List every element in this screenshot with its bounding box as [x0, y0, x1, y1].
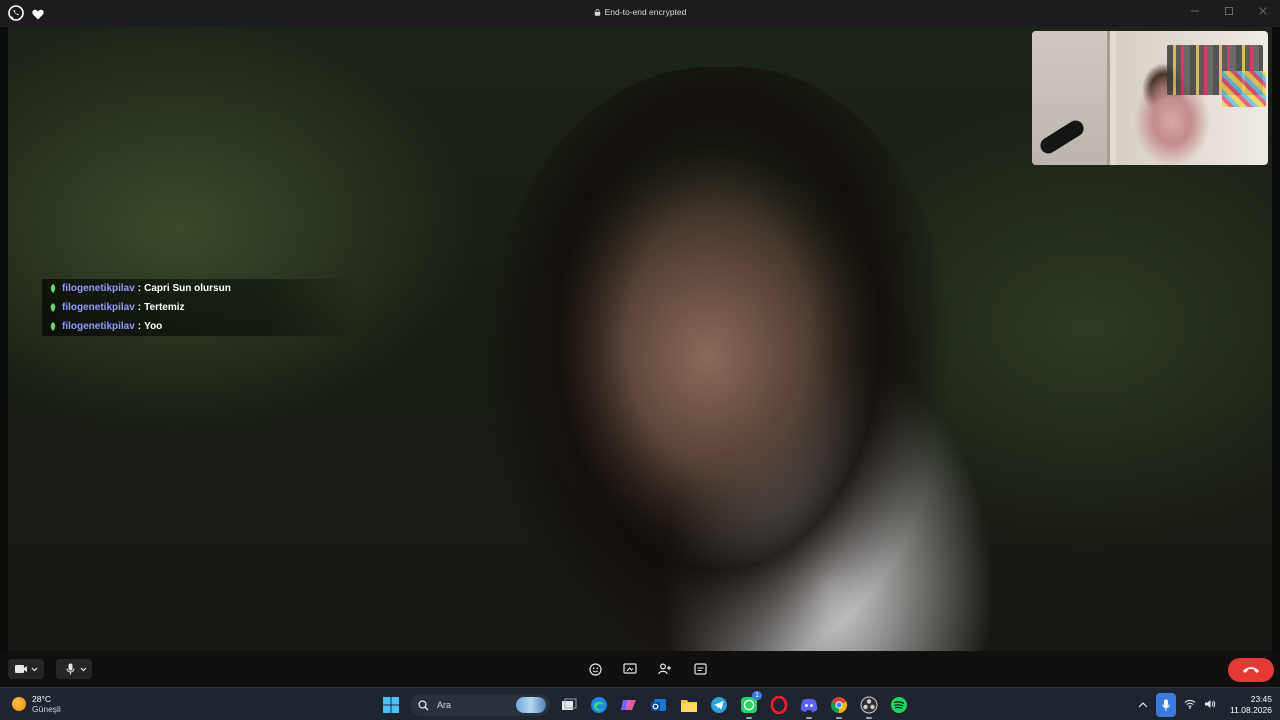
- screen-share-button[interactable]: [620, 659, 640, 679]
- maximize-button[interactable]: [1212, 0, 1246, 22]
- leaf-badge-icon: [50, 284, 56, 293]
- captions-icon: [693, 663, 707, 675]
- weather-widget[interactable]: 28°C Güneşli: [12, 694, 61, 714]
- microphone-in-use-indicator[interactable]: [1156, 693, 1177, 717]
- call-control-bar: [0, 651, 1280, 687]
- chat-message: filogenetikpilav : Tertemiz: [42, 298, 362, 317]
- leaf-badge-icon: [50, 303, 56, 312]
- chat-text: Capri Sun olursun: [144, 283, 231, 294]
- weather-description: Güneşli: [32, 704, 61, 714]
- taskbar-file-explorer[interactable]: [678, 694, 700, 716]
- phone-hangup-icon: [1243, 667, 1259, 673]
- end-call-button[interactable]: [1228, 658, 1274, 682]
- leaf-badge-icon: [50, 322, 56, 331]
- chat-separator: :: [137, 283, 142, 294]
- start-button[interactable]: [380, 694, 402, 716]
- clock-date: 11.08.2026: [1230, 705, 1272, 715]
- search-placeholder: Ara: [437, 700, 452, 710]
- notification-badge: 1: [752, 691, 762, 700]
- chat-username: filogenetikpilav: [62, 302, 135, 313]
- obs-icon: [860, 696, 878, 714]
- captions-button[interactable]: [690, 659, 710, 679]
- task-view-button[interactable]: [558, 694, 580, 716]
- outlook-icon: [651, 699, 666, 711]
- self-view-decor: [1222, 71, 1266, 107]
- tray-overflow-chevron-icon[interactable]: [1138, 696, 1148, 714]
- taskbar-opera[interactable]: [768, 694, 790, 716]
- search-highlight-image: [516, 697, 546, 713]
- add-person-icon: [658, 663, 671, 675]
- chat-text: Tertemiz: [144, 302, 185, 313]
- chat-username: filogenetikpilav: [62, 321, 135, 332]
- copilot-icon: [621, 700, 636, 710]
- emoji-icon: [588, 662, 602, 676]
- windows-taskbar: 28°C Güneşli Ara 1 23:45 11.08.2026: [0, 687, 1280, 720]
- video-camera-icon: [15, 665, 38, 673]
- chat-separator: :: [137, 321, 142, 332]
- sun-icon: [12, 697, 26, 711]
- minimize-button[interactable]: [1178, 0, 1212, 22]
- opera-icon: [770, 696, 788, 714]
- folder-icon: [681, 700, 697, 712]
- taskbar-spotify[interactable]: [888, 694, 910, 716]
- system-tray: 23:45 11.08.2026: [1138, 692, 1272, 718]
- taskbar-outlook[interactable]: [648, 694, 670, 716]
- screen-share-icon: [623, 663, 637, 674]
- encryption-text: End-to-end encrypted: [604, 7, 687, 17]
- encryption-status: End-to-end encrypted: [0, 7, 1280, 17]
- clock-time: 23:45: [1250, 694, 1272, 704]
- taskbar-search[interactable]: Ara: [410, 694, 550, 716]
- edge-browser-icon: [591, 697, 607, 713]
- taskbar-whatsapp[interactable]: 1: [738, 691, 762, 719]
- self-view-thumbnail[interactable]: [1032, 31, 1268, 165]
- close-button[interactable]: [1246, 0, 1280, 22]
- taskbar-chrome[interactable]: [828, 694, 850, 719]
- taskbar-obs[interactable]: [858, 694, 880, 719]
- taskbar-telegram[interactable]: [708, 694, 730, 716]
- title-bar: End-to-end encrypted: [0, 0, 1280, 27]
- taskbar-clock[interactable]: 23:45 11.08.2026: [1230, 694, 1272, 716]
- spotify-icon: [891, 697, 907, 713]
- search-icon: [418, 699, 429, 710]
- chat-separator: :: [137, 302, 142, 313]
- telegram-icon: [711, 697, 727, 713]
- taskbar-copilot[interactable]: [618, 694, 640, 716]
- lock-icon: [594, 9, 600, 16]
- taskbar-discord[interactable]: [798, 694, 820, 719]
- microphone-icon: [66, 663, 87, 675]
- chat-overlay: filogenetikpilav : Capri Sun olursun fil…: [42, 279, 362, 336]
- microphone-toggle-button[interactable]: [56, 659, 92, 679]
- chat-text: Yoo: [144, 321, 163, 332]
- volume-icon[interactable]: [1204, 696, 1216, 714]
- microphone-tray-icon: [1162, 699, 1170, 711]
- chrome-icon: [830, 697, 848, 714]
- task-view-icon: [562, 698, 577, 710]
- chat-username: filogenetikpilav: [62, 283, 135, 294]
- taskbar-edge[interactable]: [588, 694, 610, 716]
- video-toggle-button[interactable]: [8, 659, 44, 679]
- chat-message: filogenetikpilav : Yoo: [42, 317, 362, 336]
- add-person-button[interactable]: [655, 659, 675, 679]
- weather-temperature: 28°C: [32, 694, 51, 704]
- wifi-icon[interactable]: [1184, 696, 1196, 714]
- remote-participant: [488, 67, 948, 651]
- windows-logo-icon: [383, 697, 399, 713]
- chat-message: filogenetikpilav : Capri Sun olursun: [42, 279, 362, 298]
- emoji-button[interactable]: [585, 659, 605, 679]
- discord-icon: [800, 698, 818, 712]
